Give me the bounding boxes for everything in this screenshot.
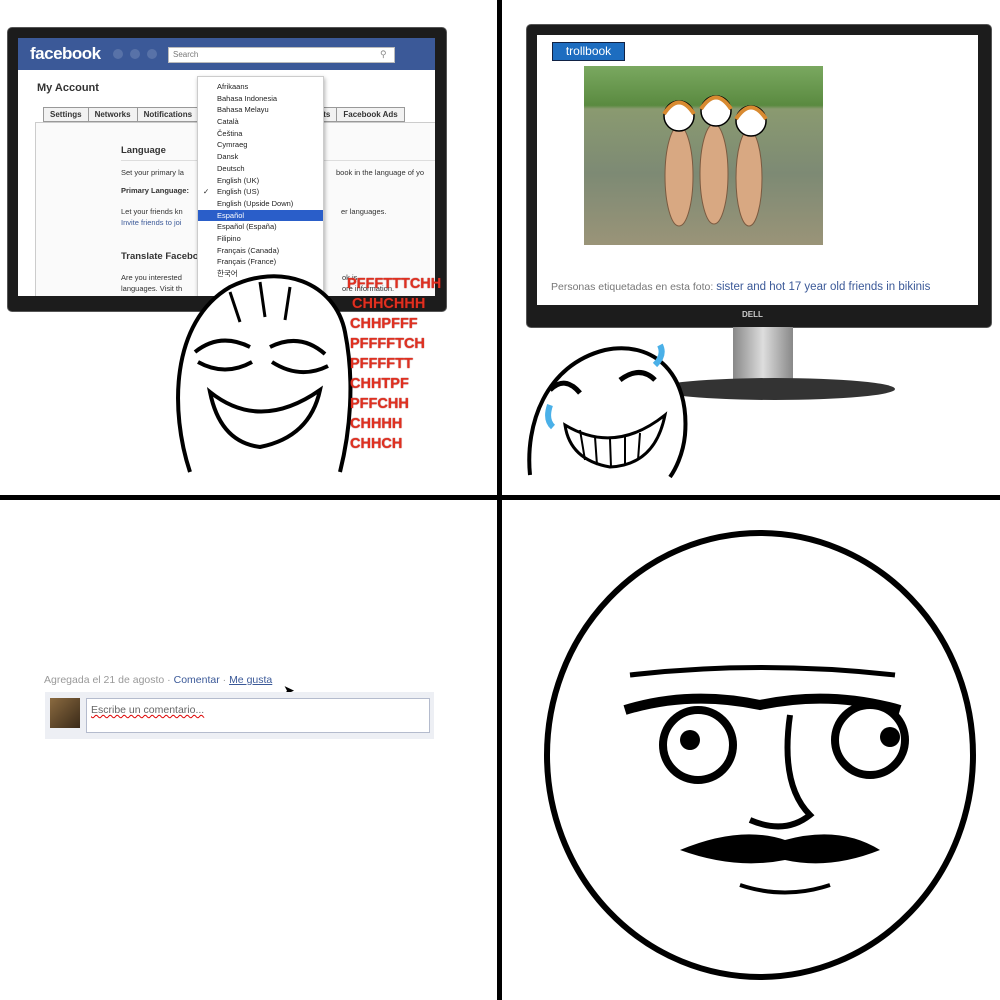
comment-link[interactable]: Comentar <box>174 674 220 686</box>
tagged-caption: Personas etiquetadas en esta foto: siste… <box>551 281 930 293</box>
laughing-troll-face <box>176 274 353 473</box>
crying-laughing-face <box>527 343 688 479</box>
language-description: Set your primary la <box>121 168 184 177</box>
language-option-label: English (US) <box>217 187 260 197</box>
language-option-label: Cymraeg <box>217 140 248 150</box>
laugh-line: CHHCH <box>350 436 403 452</box>
language-option[interactable]: Català <box>198 116 323 128</box>
language-option[interactable]: Français (Canada) <box>198 245 323 257</box>
monitor-2: trollbook Personas etiquetadas en esta f… <box>527 25 991 327</box>
added-date: Agregada el 21 de agosto · <box>44 674 171 686</box>
language-option[interactable]: Español (España) <box>198 221 323 233</box>
monitor-stand <box>733 327 793 382</box>
laugh-line: PFFFFTT <box>350 356 413 372</box>
trollbook-screen: trollbook Personas etiquetadas en esta f… <box>537 35 978 305</box>
trollbook-logo: trollbook <box>552 42 625 61</box>
tab-networks[interactable]: Networks <box>87 107 138 122</box>
search-icon[interactable]: ⚲ <box>380 49 387 60</box>
laugh-line: CHHHH <box>350 416 403 432</box>
friends-text-end: er languages. <box>341 207 387 216</box>
language-option-label: Bahasa Indonesia <box>217 93 278 103</box>
laugh-sound-text: PFFFTTTCHH CHHCHHH CHHPFFF PFFFFTCH PFFFFTT C… <box>347 274 442 454</box>
facebook-logo: facebook <box>30 44 101 63</box>
avatar <box>50 698 80 728</box>
dell-logo: DELL <box>742 310 763 319</box>
panel-divider-vertical <box>497 0 502 1000</box>
laugh-line: CHHPFFF <box>350 316 418 332</box>
comment-input[interactable]: Escribe un comentario... <box>86 698 430 733</box>
invite-friends-link[interactable]: Invite friends to joi <box>121 218 181 227</box>
language-option-label: Español <box>217 210 245 220</box>
photo-figures <box>662 95 768 227</box>
language-description-end: book in the language of yo <box>336 168 424 177</box>
language-option-label: Filipino <box>217 233 241 243</box>
language-option-label: Bahasa Melayu <box>217 105 269 115</box>
language-option-label: English (UK) <box>217 175 260 185</box>
friends-icon[interactable] <box>113 49 123 59</box>
language-option-label: Deutsch <box>217 163 245 173</box>
search-input[interactable]: Search <box>168 47 395 63</box>
tab-facebook-ads[interactable]: Facebook Ads <box>336 107 405 122</box>
friends-text: Let your friends kn <box>121 207 183 216</box>
tagged-label: Personas etiquetadas en esta foto: <box>551 281 714 293</box>
language-option-label: Čeština <box>217 128 243 138</box>
language-option[interactable]: ✓ English (US) <box>198 186 323 198</box>
language-option[interactable]: Afrikaans <box>198 81 323 93</box>
language-option[interactable]: English (Upside Down) <box>198 198 323 210</box>
tagged-people-link[interactable]: sister and hot 17 year old friends in bi… <box>716 281 930 293</box>
language-option[interactable]: Bahasa Melayu <box>198 104 323 116</box>
language-option[interactable]: Čeština <box>198 128 323 140</box>
comment-placeholder: Escribe un comentario... <box>91 704 205 716</box>
language-option[interactable]: Bahasa Indonesia <box>198 93 323 105</box>
separator: · <box>222 674 227 686</box>
language-heading: Language <box>121 145 166 156</box>
laugh-line: CHHCHHH <box>352 296 426 312</box>
like-link[interactable]: Me gusta <box>229 674 272 686</box>
translate-heading: Translate Facebo <box>121 251 199 262</box>
language-option[interactable]: Cymraeg <box>198 139 323 151</box>
laugh-line: PFFFFTCH <box>350 336 425 352</box>
post-meta: Agregada el 21 de agosto · Comentar · Me… <box>44 674 272 686</box>
language-option[interactable]: Filipino <box>198 233 323 245</box>
notifications-icon[interactable] <box>147 49 157 59</box>
language-option-label: Català <box>217 117 239 127</box>
language-option[interactable]: Español <box>198 209 323 222</box>
laugh-line: PFFCHH <box>350 396 409 412</box>
comment-box: Escribe un comentario... <box>45 692 434 739</box>
checkmark-icon: ✓ <box>203 187 210 197</box>
language-option[interactable]: English (UK) <box>198 175 323 187</box>
me-gusta-face <box>544 530 976 980</box>
facebook-header: facebook Search ⚲ <box>18 38 435 70</box>
language-option-label: Español (España) <box>217 222 277 232</box>
language-option[interactable]: Deutsch <box>198 163 323 175</box>
language-option-label: Français (Canada) <box>217 245 280 255</box>
tagged-photo[interactable] <box>584 66 823 245</box>
tab-settings[interactable]: Settings <box>43 107 89 122</box>
language-option-label: Dansk <box>217 152 239 162</box>
facebook-screen: facebook Search ⚲ My Account Language Se… <box>18 38 435 296</box>
primary-language-label: Primary Language: <box>121 186 189 195</box>
laugh-line: CHHTPF <box>350 376 409 392</box>
language-option-label: English (Upside Down) <box>217 198 294 208</box>
laugh-line: PFFFTTTCHH <box>347 276 442 292</box>
language-option[interactable]: Dansk <box>198 151 323 163</box>
panel-divider-horizontal <box>0 495 1000 500</box>
messages-icon[interactable] <box>130 49 140 59</box>
language-option-label: Afrikaans <box>217 82 249 91</box>
page-title: My Account <box>37 82 99 94</box>
